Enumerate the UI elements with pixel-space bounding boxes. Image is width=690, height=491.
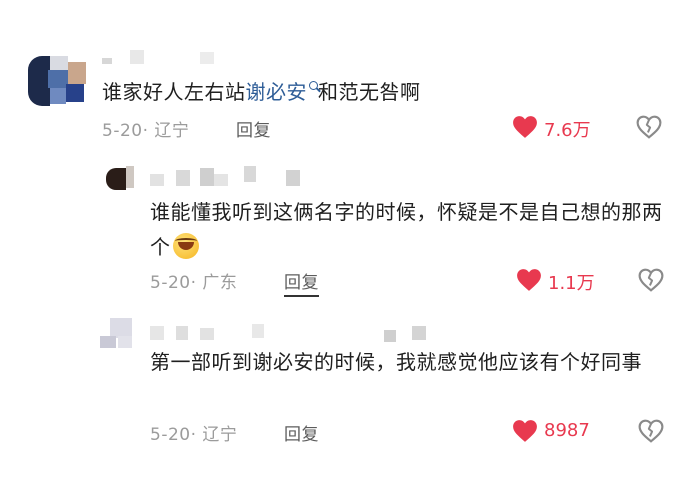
reply-button[interactable]: 回复 bbox=[284, 420, 319, 445]
like-count: 1.1万 bbox=[548, 273, 595, 294]
dislike-heart-icon[interactable] bbox=[638, 267, 664, 293]
comment-date: 5-20 bbox=[150, 425, 191, 445]
comment-location: 辽宁 bbox=[154, 121, 190, 141]
dislike-heart-icon[interactable] bbox=[636, 114, 662, 140]
comment-text: 谁家好人左右站谢必安 和范无咎啊 bbox=[102, 76, 421, 108]
like-count: 7.6万 bbox=[544, 120, 591, 141]
comment-text: 谁能懂我听到这俩名字的时候，怀疑是不是自己想的那两个 bbox=[150, 196, 670, 263]
comment-location: 广东 bbox=[202, 273, 238, 293]
heart-icon[interactable] bbox=[512, 115, 538, 139]
heart-icon[interactable] bbox=[516, 268, 542, 292]
search-link-xie-bi-an[interactable]: 谢必安 bbox=[246, 80, 308, 104]
search-icon[interactable] bbox=[309, 81, 318, 90]
comment-text-content: 谁能懂我听到这俩名字的时候，怀疑是不是自己想的那两个 bbox=[150, 200, 663, 259]
comment-text: 第一部听到谢必安的时候，我就感觉他应该有个好同事 bbox=[150, 350, 642, 374]
heart-icon[interactable] bbox=[512, 419, 538, 443]
laughing-emoji-icon bbox=[172, 233, 199, 259]
like-count: 8987 bbox=[544, 420, 590, 441]
comment-date: 5-20 bbox=[102, 121, 143, 141]
comment-meta: 5-20· 辽宁 bbox=[102, 121, 190, 141]
dislike-heart-icon[interactable] bbox=[638, 418, 664, 444]
reply-button[interactable]: 回复 bbox=[236, 116, 271, 141]
comment-location: 辽宁 bbox=[202, 425, 238, 445]
reply-button[interactable]: 回复 bbox=[284, 268, 319, 297]
comment-meta: 5-20· 广东 bbox=[150, 273, 238, 293]
comment-date: 5-20 bbox=[150, 273, 191, 293]
comment-meta: 5-20· 辽宁 bbox=[150, 425, 238, 445]
comment-text-part: 和范无咎啊 bbox=[318, 80, 421, 104]
comment-text-part: 谁家好人左右站 bbox=[102, 80, 246, 104]
